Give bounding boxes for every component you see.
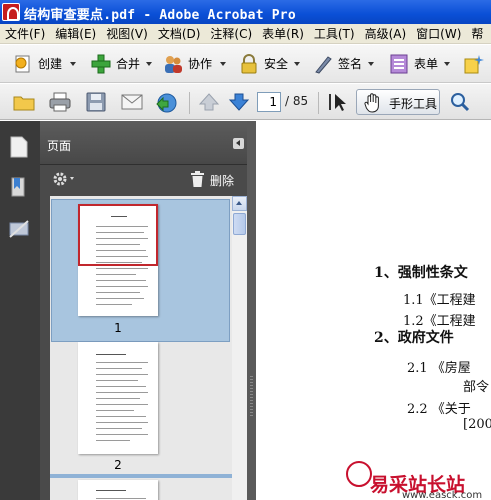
chevron-down-icon (444, 62, 450, 66)
menu-file[interactable]: 文件(F) (0, 24, 50, 43)
page-number-input[interactable]: 1 (257, 92, 281, 112)
menu-bar: 文件(F) 编辑(E) 视图(V) 文档(D) 注释(C) 表单(R) 工具(T) 高级(A)… (0, 24, 491, 44)
next-page-icon[interactable] (227, 90, 251, 114)
toolbar-separator (189, 92, 190, 114)
collaborate-button[interactable]: 协作 (162, 52, 228, 76)
acrobat-app-icon[interactable] (2, 3, 20, 21)
scroll-up-button[interactable] (232, 196, 247, 211)
pages-panel: 页面 删除 1 2 (40, 121, 247, 500)
pages-panel-header: 页面 (40, 121, 247, 165)
signatures-icon[interactable] (8, 217, 30, 241)
upload-globe-icon[interactable] (154, 90, 178, 114)
combine-button[interactable]: 合并 (90, 52, 154, 76)
menu-window[interactable]: 窗口(W) (411, 24, 466, 43)
menu-edit[interactable]: 编辑(E) (50, 24, 101, 43)
page-thumbnail-1[interactable] (78, 204, 158, 316)
splitter-grip (250, 376, 253, 416)
doc-text-line: 2.2 《关于 (407, 402, 471, 417)
page-thumbnail-2[interactable] (78, 342, 158, 454)
toolbar-separator (318, 92, 319, 114)
collaborate-people-icon (165, 56, 182, 73)
forms-button[interactable]: 表单 (388, 52, 452, 76)
menu-advanced[interactable]: 高级(A) (360, 24, 412, 43)
thumbnail-label: 1 (114, 321, 122, 335)
menu-help[interactable]: 帮 (466, 24, 488, 43)
page-thumbnails: 1 2 (50, 196, 232, 500)
panel-splitter[interactable] (247, 121, 256, 500)
menu-document[interactable]: 文档(D) (153, 24, 206, 43)
visible-area-box[interactable] (78, 204, 158, 266)
task-toolbar: 创建 合并 协作 安全 签名 表单 (0, 45, 491, 83)
hand-icon (364, 93, 379, 113)
pages-panel-icon[interactable] (8, 135, 30, 159)
options-gear-icon[interactable] (52, 171, 76, 187)
chevron-down-icon (146, 62, 152, 66)
delete-label: 删除 (210, 174, 235, 188)
sparkle-icon (464, 55, 484, 74)
chevron-down-icon (70, 62, 76, 66)
combine-plus-icon (91, 54, 111, 74)
print-icon[interactable] (48, 90, 72, 114)
doc-text-line: [200 (463, 417, 491, 432)
secure-button[interactable]: 安全 (238, 52, 302, 76)
menu-forms[interactable]: 表单(R) (257, 24, 309, 43)
zoom-magnifier-icon[interactable] (448, 90, 472, 114)
document-view[interactable]: 1、强制性条文 1.1《工程建 1.2《工程建 2、政府文件 2.1 《房屋 部… (256, 121, 491, 500)
save-icon[interactable] (84, 90, 108, 114)
menu-tools[interactable]: 工具(T) (309, 24, 360, 43)
panel-title: 页面 (47, 139, 72, 153)
trash-icon (191, 171, 204, 187)
doc-heading: 2、政府文件 (374, 330, 454, 346)
page-thumbnail-3[interactable] (78, 480, 158, 500)
doc-text-line: 部令 (463, 380, 490, 395)
menu-view[interactable]: 视图(V) (101, 24, 153, 43)
open-folder-icon[interactable] (12, 90, 36, 114)
doc-text-line: 1.1《工程建 (403, 293, 476, 308)
hand-tool-button[interactable]: 手形工具 (356, 89, 440, 115)
window-title: 结构审查要点.pdf - Adobe Acrobat Pro (24, 8, 296, 23)
watermark-url: www.easck.com (402, 490, 483, 500)
watermark-logo (346, 461, 372, 487)
bookmarks-icon[interactable] (8, 175, 30, 199)
pen-icon (315, 56, 332, 74)
email-icon[interactable] (120, 90, 144, 114)
menu-comments[interactable]: 注释(C) (205, 24, 257, 43)
sign-button[interactable]: 签名 (312, 52, 376, 76)
pages-panel-tools: 删除 (40, 165, 247, 193)
title-bar: 结构审查要点.pdf - Adobe Acrobat Pro (0, 0, 491, 24)
file-toolbar: 1 / 85 手形工具 (0, 84, 491, 120)
previous-page-icon[interactable] (197, 90, 221, 114)
thumbnail-label: 2 (114, 458, 122, 472)
lock-icon (241, 54, 257, 74)
thumbnail-drop-indicator (50, 474, 232, 478)
doc-text-line: 2.1 《房屋 (407, 361, 471, 376)
hand-tool-label: 手形工具 (389, 97, 438, 111)
create-pdf-icon (15, 55, 30, 73)
more-tools-button[interactable] (462, 52, 490, 76)
form-icon (390, 54, 408, 74)
create-button[interactable]: 创建 (12, 52, 78, 76)
chevron-down-icon (220, 62, 226, 66)
chevron-down-icon (368, 62, 374, 66)
select-cursor-icon[interactable] (326, 90, 350, 114)
collapse-panel-button[interactable] (233, 138, 244, 149)
navigation-rail (0, 121, 40, 500)
thumbnail-scrollbar[interactable] (232, 196, 247, 500)
doc-heading: 1、强制性条文 (374, 265, 468, 281)
chevron-down-icon (294, 62, 300, 66)
page-total: / 85 (285, 94, 309, 108)
scroll-thumb[interactable] (233, 213, 246, 235)
